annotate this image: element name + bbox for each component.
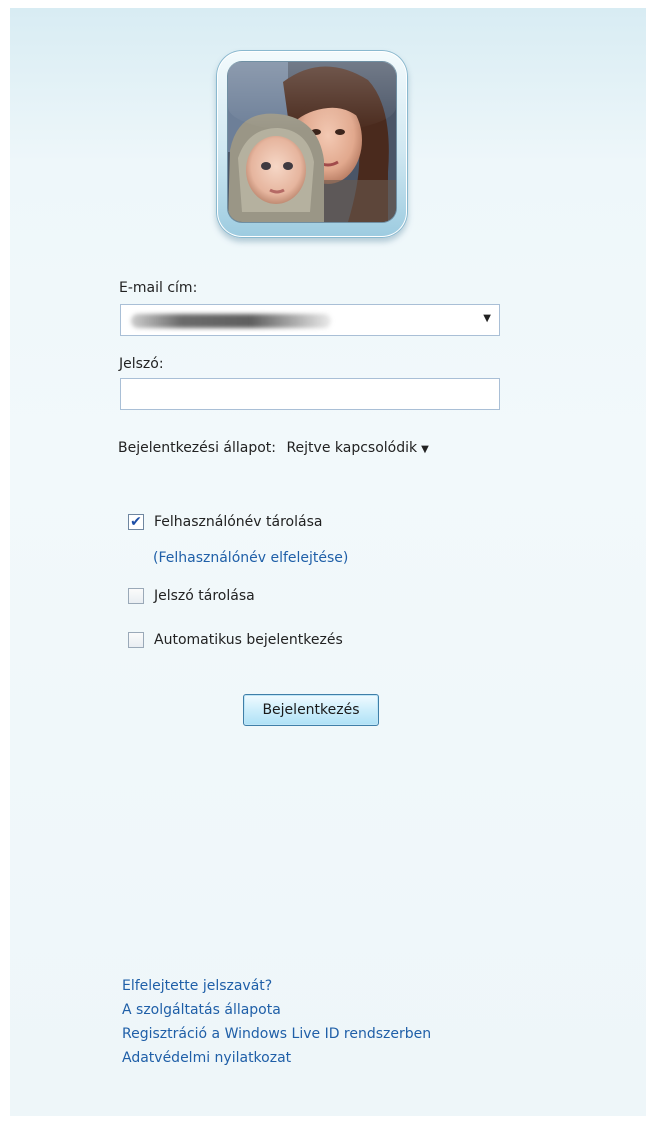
user-avatar[interactable] [216,50,408,238]
chevron-down-icon[interactable]: ▼ [483,313,491,324]
signin-status: Bejelentkezési állapot: Rejtve kapcsolód… [118,440,429,456]
auto-signin-label[interactable]: Automatikus bejelentkezés [154,632,343,648]
auto-signin-checkbox[interactable] [128,632,144,648]
password-label: Jelszó: [119,356,164,372]
password-field[interactable] [121,379,499,409]
status-dropdown[interactable]: Rejtve kapcsolódik ▼ [286,440,428,456]
sign-in-panel: E-mail cím: ▼ Jelszó: Bejelentkezési áll… [10,8,646,1116]
password-box[interactable] [120,378,500,410]
forgot-password-link[interactable]: Elfelejtette jelszavát? [122,974,431,998]
forget-user-link[interactable]: (Felhasználónév elfelejtése) [153,550,348,566]
remember-password-label[interactable]: Jelszó tárolása [154,588,255,604]
email-value-obscured [131,314,331,328]
remember-user-label[interactable]: Felhasználónév tárolása [154,514,322,530]
email-combobox[interactable]: ▼ [120,304,500,336]
auto-signin-row[interactable]: Automatikus bejelentkezés [128,632,343,648]
remember-user-checkbox[interactable]: ✔ [128,514,144,530]
remember-password-row[interactable]: Jelszó tárolása [128,588,255,604]
remember-password-checkbox[interactable] [128,588,144,604]
signin-button[interactable]: Bejelentkezés [243,694,379,726]
status-value: Rejtve kapcsolódik [286,440,418,456]
privacy-link[interactable]: Adatvédelmi nyilatkozat [122,1046,431,1070]
footer-links: Elfelejtette jelszavát? A szolgáltatás á… [122,974,431,1070]
register-link[interactable]: Regisztráció a Windows Live ID rendszerb… [122,1022,431,1046]
email-label: E-mail cím: [119,280,198,296]
checkmark-icon: ✔ [130,514,142,530]
remember-user-row[interactable]: ✔ Felhasználónév tárolása [128,514,322,530]
status-label: Bejelentkezési állapot: [118,440,276,456]
chevron-down-icon: ▼ [421,444,429,455]
avatar-photo [228,62,396,222]
service-status-link[interactable]: A szolgáltatás állapota [122,998,431,1022]
